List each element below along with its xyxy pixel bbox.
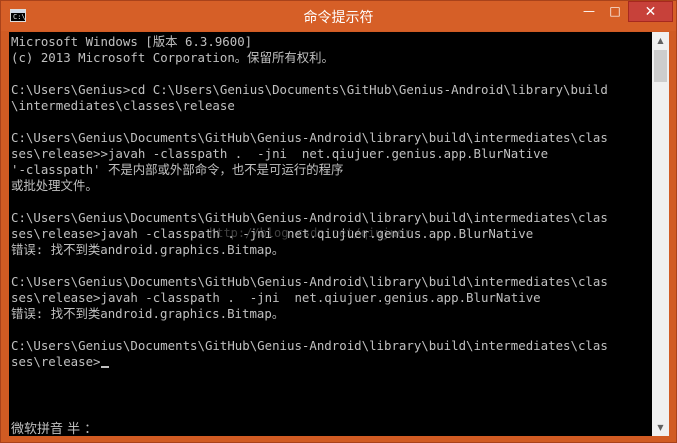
console-line: C:\Users\Genius\Documents\GitHub\Genius-… bbox=[11, 338, 608, 353]
text-cursor bbox=[100, 366, 109, 368]
window-title: 命令提示符 bbox=[303, 10, 374, 26]
console-lines: Microsoft Windows [版本 6.3.9600] (c) 2013 … bbox=[11, 34, 608, 370]
console-line: ses\release> bbox=[11, 354, 608, 370]
scroll-thumb[interactable] bbox=[654, 50, 667, 82]
ime-status: 微软拼音 半 ： bbox=[11, 422, 98, 436]
console-line: C:\Users\Genius\Documents\GitHub\Genius-… bbox=[11, 210, 608, 225]
console-output-area[interactable]: Microsoft Windows [版本 6.3.9600] (c) 2013 … bbox=[9, 32, 652, 436]
maximize-button[interactable]: □ bbox=[602, 1, 628, 22]
console-line: 错误: 找不到类android.graphics.Bitmap。 bbox=[11, 242, 285, 257]
minimize-button[interactable]: — bbox=[576, 1, 602, 22]
scroll-up-arrow-icon[interactable]: ▲ bbox=[652, 32, 669, 49]
console-line: C:\Users\Genius>cd C:\Users\Genius\Docum… bbox=[11, 82, 608, 97]
console-line: '-classpath' 不是内部或外部命令，也不是可运行的程序 bbox=[11, 162, 344, 177]
close-button[interactable]: ✕ bbox=[628, 1, 673, 22]
console-line: C:\Users\Genius\Documents\GitHub\Genius-… bbox=[11, 130, 608, 145]
console-line: (c) 2013 Microsoft Corporation。保留所有权利。 bbox=[11, 50, 334, 65]
console-line: 错误: 找不到类android.graphics.Bitmap。 bbox=[11, 306, 285, 321]
console-line: ses\release>javah -classpath . -jni net.… bbox=[11, 290, 541, 305]
console-line: ses\release>>javah -classpath . -jni net… bbox=[11, 146, 549, 161]
console-line: Microsoft Windows [版本 6.3.9600] bbox=[11, 34, 253, 49]
console-line: 或批处理文件。 bbox=[11, 178, 98, 193]
console-line: \intermediates\classes\release bbox=[11, 98, 235, 113]
title-bar[interactable]: C:\ 命令提示符 — □ ✕ bbox=[1, 1, 676, 31]
watermark-text: http://blog.csdn.net/qiujuer bbox=[209, 226, 412, 240]
vertical-scrollbar[interactable]: ▲ ▼ bbox=[652, 32, 669, 436]
scroll-down-arrow-icon[interactable]: ▼ bbox=[652, 419, 669, 436]
console-line: C:\Users\Genius\Documents\GitHub\Genius-… bbox=[11, 274, 608, 289]
command-prompt-window: C:\ 命令提示符 — □ ✕ Microsoft Windows [版本 6.… bbox=[0, 0, 677, 443]
